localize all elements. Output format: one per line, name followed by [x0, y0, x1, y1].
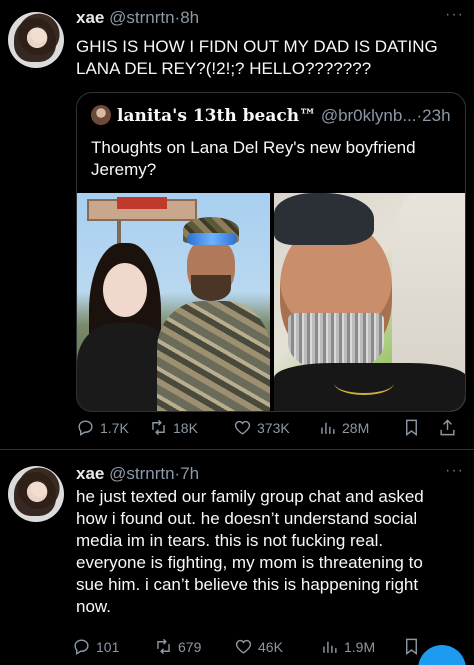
tweet-text: he just texted our family group chat and… [76, 486, 466, 618]
share-icon [440, 419, 455, 436]
quoted-avatar [91, 105, 111, 125]
more-icon[interactable]: ··· [445, 6, 464, 24]
retweet-button[interactable]: 18K [149, 418, 198, 437]
like-count: 46K [258, 638, 283, 655]
like-count: 373K [257, 419, 290, 436]
like-button[interactable]: 46K [234, 637, 283, 656]
bookmark-icon [406, 419, 417, 437]
like-button[interactable]: 373K [233, 418, 290, 437]
tweet-actions: 101 679 46K 1.9M [74, 637, 466, 659]
tweet-text-line: LANA DEL REY?(!2!;? HELLO??????? [76, 59, 372, 78]
views-icon [321, 422, 335, 434]
reply-count: 101 [96, 638, 120, 655]
reply-icon [74, 639, 89, 655]
like-icon [235, 639, 252, 654]
quoted-tweet-header: lanita's 13th beach™ @br0klynb...·23h [91, 105, 451, 127]
display-name[interactable]: xae [76, 464, 104, 483]
timestamp[interactable]: 8h [180, 8, 199, 27]
retweet-count: 18K [173, 419, 198, 436]
quoted-timestamp: 23h [422, 106, 451, 125]
media-photo[interactable] [274, 193, 465, 411]
tweet[interactable]: xae @strnrtn·7h ··· he just texted our f… [0, 450, 474, 665]
views-icon [323, 641, 337, 653]
tweet-text-line: everyone is fighting, my mom is threaten… [76, 553, 423, 572]
display-name[interactable]: xae [76, 8, 104, 27]
like-icon [234, 420, 251, 435]
retweet-icon [152, 419, 165, 436]
user-handle[interactable]: @strnrtn [109, 464, 174, 483]
quoted-text-line: Thoughts on Lana Del Rey's new boyfriend [91, 138, 416, 157]
bookmark-button[interactable] [402, 418, 421, 437]
avatar-photo [14, 18, 56, 62]
tweet-text: GHIS IS HOW I FIDN OUT MY DAD IS DATING … [76, 36, 466, 80]
tweet-header: xae @strnrtn·8h [76, 8, 199, 28]
bookmark-button[interactable] [402, 637, 421, 656]
tweet-text-line: now. [76, 597, 111, 616]
quoted-display-name: lanita's 13th beach™ [117, 106, 317, 126]
avatar-photo [14, 472, 56, 516]
tweet-header: xae @strnrtn·7h [76, 464, 199, 484]
tweet-text-line: GHIS IS HOW I FIDN OUT MY DAD IS DATING [76, 37, 438, 56]
tweet-text-line: how i found out. he doesn’t understand s… [76, 509, 418, 528]
quoted-tweet[interactable]: lanita's 13th beach™ @br0klynb...·23h Th… [76, 92, 466, 412]
avatar[interactable] [8, 12, 64, 68]
share-button[interactable] [438, 418, 457, 437]
views-button[interactable]: 28M [318, 418, 369, 437]
reply-count: 1.7K [100, 419, 129, 436]
user-handle[interactable]: @strnrtn [109, 8, 174, 27]
retweet-count: 679 [178, 638, 202, 655]
avatar[interactable] [8, 466, 64, 522]
media-photo[interactable] [77, 193, 270, 411]
tweet-text-line: media im in tears. this is not fucking r… [76, 531, 384, 550]
reply-button[interactable]: 1.7K [76, 418, 129, 437]
quoted-text-line: Jeremy? [91, 160, 157, 179]
tweet-text-line: he just texted our family group chat and… [76, 487, 424, 506]
tweet[interactable]: xae @strnrtn·8h ··· GHIS IS HOW I FIDN O… [0, 0, 474, 450]
view-count: 28M [342, 419, 370, 436]
quoted-tweet-text: Thoughts on Lana Del Rey's new boyfriend… [91, 137, 451, 181]
more-icon[interactable]: ··· [445, 462, 464, 480]
bookmark-icon [406, 638, 417, 656]
retweet-icon [157, 638, 170, 655]
timestamp[interactable]: 7h [180, 464, 199, 483]
tweet-text-line: sue him. i can’t believe this is happeni… [76, 575, 419, 594]
tweet-actions: 1.7K 18K 373K 28M [76, 418, 466, 440]
views-button[interactable]: 1.9M [320, 637, 375, 656]
view-count: 1.9M [344, 638, 376, 655]
reply-icon [78, 420, 93, 436]
quoted-user-handle: @br0klynb... [320, 106, 417, 125]
reply-button[interactable]: 101 [72, 637, 119, 656]
retweet-button[interactable]: 679 [154, 637, 201, 656]
